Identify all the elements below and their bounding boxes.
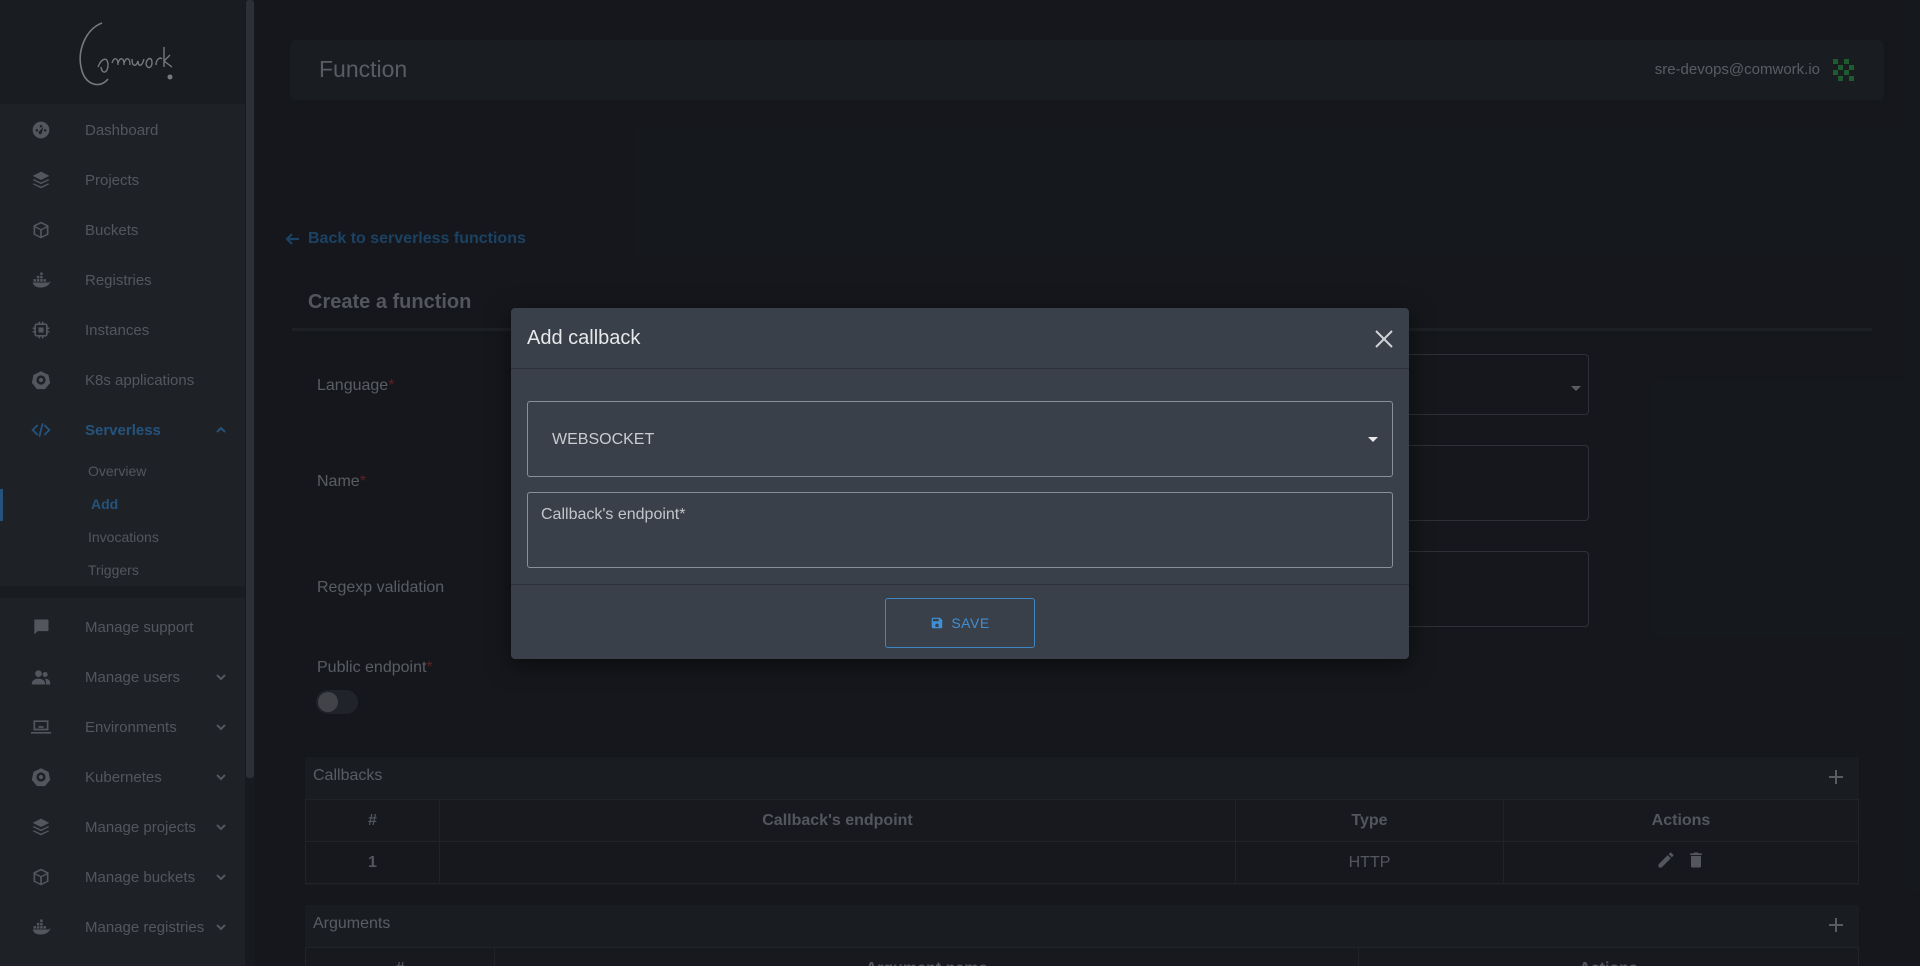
- dialog-header: Add callback: [511, 308, 1409, 369]
- save-button[interactable]: SAVE: [885, 598, 1035, 648]
- caret-down-icon: [1368, 437, 1378, 442]
- callback-type-value: WEBSOCKET: [552, 431, 655, 448]
- add-callback-dialog: Add callback WEBSOCKET SAVE: [511, 308, 1409, 659]
- callback-endpoint-input[interactable]: [528, 493, 1392, 567]
- dialog-divider: [511, 584, 1409, 585]
- dialog-title: Add callback: [527, 327, 641, 349]
- callback-endpoint-field[interactable]: [527, 492, 1393, 568]
- save-icon: [932, 617, 943, 629]
- save-label: SAVE: [951, 615, 990, 631]
- callback-type-select[interactable]: WEBSOCKET: [527, 401, 1393, 477]
- close-icon[interactable]: [1373, 328, 1395, 350]
